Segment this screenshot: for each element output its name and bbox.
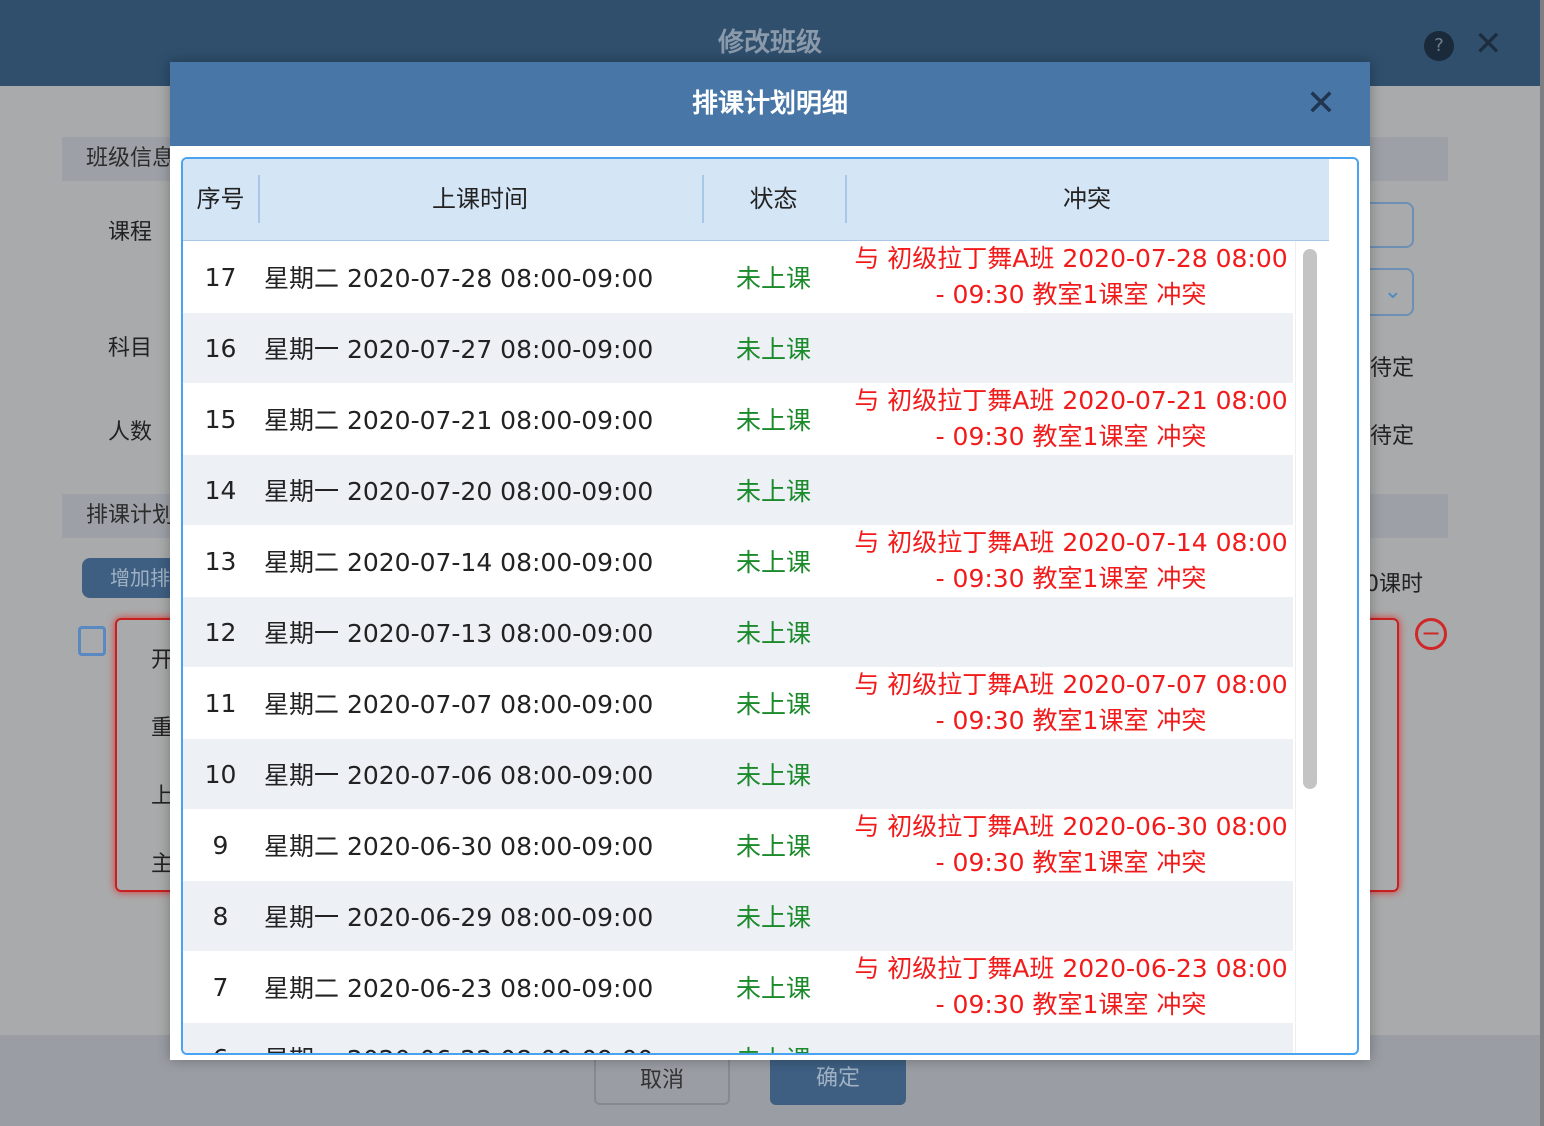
row-time: 星期二 2020-07-21 08:00-09:00 bbox=[264, 406, 654, 435]
table-row[interactable]: 12 星期一 2020-07-13 08:00-09:00 未上课 bbox=[183, 597, 1293, 667]
row-time: 星期一 2020-06-22 08:00-09:00 bbox=[258, 1040, 702, 1053]
row-conflict: 与 初级拉丁舞A班 2020-07-28 08:00 - 09:30 教室1课室… bbox=[854, 244, 1288, 309]
row-time: 星期二 2020-07-14 08:00-09:00 bbox=[264, 548, 654, 577]
table-row[interactable]: 15 星期二 2020-07-21 08:00-09:00 未上课 与 初级拉丁舞A班… bbox=[183, 383, 1293, 455]
schedule-table: 序号 上课时间 状态 冲突 17 星期二 2020-07-28 08:00-09:… bbox=[181, 157, 1359, 1055]
row-number: 12 bbox=[204, 617, 237, 647]
pending-text: 待定 bbox=[1370, 356, 1415, 381]
hours-text: 0课时 bbox=[1365, 572, 1423, 597]
table-row[interactable]: 6星期一 2020-06-22 08:00-09:00未上课 bbox=[183, 1023, 1293, 1054]
scrollbar-thumb[interactable] bbox=[1303, 249, 1317, 789]
table-row[interactable]: 9 星期二 2020-06-30 08:00-09:00 未上课 与 初级拉丁舞A班 … bbox=[183, 809, 1293, 881]
schedule-detail-modal: 排课计划明细 ✕ 序号 上课时间 状态 冲突 17 星期二 2020-07-28 … bbox=[170, 62, 1370, 1060]
row-number: 7 bbox=[212, 972, 229, 1002]
row-conflict: 与 初级拉丁舞A班 2020-07-07 08:00 - 09:30 教室1课室… bbox=[854, 670, 1288, 735]
table-row[interactable]: 17 星期二 2020-07-28 08:00-09:00 未上课 与 初级拉丁舞A班… bbox=[183, 241, 1293, 313]
row-number: 16 bbox=[204, 333, 237, 363]
column-header-status[interactable]: 状态 bbox=[702, 159, 845, 240]
table-row[interactable]: 8 星期一 2020-06-29 08:00-09:00 未上课 bbox=[183, 881, 1293, 951]
close-icon[interactable]: ✕ bbox=[1306, 62, 1336, 146]
row-time: 星期一 2020-07-27 08:00-09:00 bbox=[264, 335, 654, 364]
row-status: 未上课 bbox=[735, 548, 811, 577]
modal-title: 排课计划明细 bbox=[691, 89, 848, 119]
row-number: 14 bbox=[204, 475, 237, 505]
modal-header: 排课计划明细 ✕ bbox=[170, 62, 1370, 146]
row-number: 8 bbox=[212, 901, 229, 931]
row-time: 星期二 2020-06-23 08:00-09:00 bbox=[264, 974, 654, 1003]
row-conflict: 与 初级拉丁舞A班 2020-07-21 08:00 - 09:30 教室1课室… bbox=[854, 386, 1288, 451]
row-number: 17 bbox=[204, 262, 237, 292]
row-status: 未上课 bbox=[735, 335, 811, 364]
row-conflict: 与 初级拉丁舞A班 2020-07-14 08:00 - 09:30 教室1课室… bbox=[854, 528, 1288, 593]
label-course: 课程 bbox=[108, 220, 153, 245]
table-row[interactable]: 11 星期二 2020-07-07 08:00-09:00 未上课 与 初级拉丁舞A班… bbox=[183, 667, 1293, 739]
row-number: 6 bbox=[183, 1044, 258, 1054]
remove-circle-icon[interactable]: − bbox=[1415, 618, 1447, 650]
row-status: 未上课 bbox=[735, 761, 811, 790]
close-icon[interactable]: ✕ bbox=[1474, 24, 1503, 64]
row-status: 未上课 bbox=[735, 406, 811, 435]
row-number: 9 bbox=[212, 830, 229, 860]
row-conflict: 与 初级拉丁舞A班 2020-06-23 08:00 - 09:30 教室1课室… bbox=[854, 954, 1288, 1019]
row-time: 星期一 2020-06-29 08:00-09:00 bbox=[264, 903, 654, 932]
table-row[interactable]: 14 星期一 2020-07-20 08:00-09:00 未上课 bbox=[183, 455, 1293, 525]
row-status: 未上课 bbox=[735, 903, 811, 932]
table-row[interactable]: 7 星期二 2020-06-23 08:00-09:00 未上课 与 初级拉丁舞A班 … bbox=[183, 951, 1293, 1023]
column-header-no[interactable]: 序号 bbox=[183, 159, 258, 240]
table-row[interactable]: 10 星期一 2020-07-06 08:00-09:00 未上课 bbox=[183, 739, 1293, 809]
row-status: 未上课 bbox=[735, 264, 811, 293]
row-status: 未上课 bbox=[735, 832, 811, 861]
row-time: 星期二 2020-07-28 08:00-09:00 bbox=[264, 264, 654, 293]
calendar-icon[interactable] bbox=[78, 626, 106, 656]
table-header: 序号 上课时间 状态 冲突 bbox=[183, 159, 1329, 241]
chevron-down-icon: ⌄ bbox=[1383, 279, 1402, 304]
row-time: 星期二 2020-07-07 08:00-09:00 bbox=[264, 690, 654, 719]
row-status: 未上课 bbox=[702, 1040, 845, 1053]
confirm-button[interactable]: 确定 bbox=[770, 1055, 906, 1105]
row-status: 未上课 bbox=[735, 619, 811, 648]
row-number: 15 bbox=[204, 404, 237, 434]
question-circle-icon[interactable]: ? bbox=[1424, 31, 1454, 61]
label-count: 人数 bbox=[108, 420, 153, 445]
row-status: 未上课 bbox=[735, 974, 811, 1003]
table-row[interactable]: 16 星期一 2020-07-27 08:00-09:00 未上课 bbox=[183, 313, 1293, 383]
pending-text: 待定 bbox=[1370, 424, 1415, 449]
row-status: 未上课 bbox=[735, 477, 811, 506]
row-time: 星期一 2020-07-13 08:00-09:00 bbox=[264, 619, 654, 648]
table-body: 17 星期二 2020-07-28 08:00-09:00 未上课与 初级拉丁舞A班… bbox=[183, 241, 1293, 1054]
column-header-conflict[interactable]: 冲突 bbox=[845, 159, 1329, 240]
row-time: 星期一 2020-07-06 08:00-09:00 bbox=[264, 761, 654, 790]
table-row[interactable]: 13 星期二 2020-07-14 08:00-09:00 未上课 与 初级拉丁舞A班… bbox=[183, 525, 1293, 597]
row-status: 未上课 bbox=[735, 690, 811, 719]
row-time: 星期一 2020-07-20 08:00-09:00 bbox=[264, 477, 654, 506]
row-number: 10 bbox=[204, 759, 237, 789]
cancel-button[interactable]: 取消 bbox=[594, 1055, 730, 1105]
row-number: 13 bbox=[204, 546, 237, 576]
row-conflict: 与 初级拉丁舞A班 2020-06-30 08:00 - 09:30 教室1课室… bbox=[854, 812, 1288, 877]
column-header-time[interactable]: 上课时间 bbox=[258, 159, 702, 240]
row-time: 星期二 2020-06-30 08:00-09:00 bbox=[264, 832, 654, 861]
label-subject: 科目 bbox=[108, 336, 153, 361]
row-number: 11 bbox=[204, 688, 237, 718]
